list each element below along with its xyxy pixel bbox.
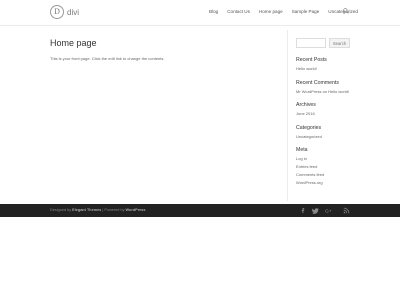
page-content: This is your front page. Click the edit … [50,56,165,61]
footer-powered-by-label: Powered by [104,208,125,212]
recent-comment-link[interactable]: Mr WordPress on Hello world! [296,89,349,94]
footer-wordpress-link[interactable]: WordPress [126,208,146,212]
recent-post-link[interactable]: Hello world! [296,66,317,71]
site-footer: Designed by Elegant Themes | Powered by … [0,204,400,217]
nav-contact-us[interactable]: Contact Us [227,9,250,14]
categories-title: Categories [296,125,322,131]
category-link[interactable]: Uncategorized [296,134,322,139]
page-title: Home page [50,38,97,48]
rss-icon[interactable] [343,207,350,214]
recent-posts-title: Recent Posts [296,57,327,63]
twitter-icon[interactable] [312,207,319,214]
footer-designed-by-label: Designed by [50,208,72,212]
logo-mark: D [50,5,64,19]
nav-sample-page[interactable]: Sample Page [292,9,320,14]
archive-link[interactable]: June 2016 [296,111,315,116]
search-icon[interactable] [343,8,349,14]
recent-comments-title: Recent Comments [296,80,339,86]
nav-home-page[interactable]: Home page [259,9,283,14]
sidebar-search-input[interactable] [296,38,326,48]
meta-login-link[interactable]: Log in [296,156,307,161]
site-logo[interactable]: D divi [50,5,79,19]
footer-credit: Designed by Elegant Themes | Powered by … [50,208,146,212]
google-plus-icon[interactable]: G+ [325,207,332,214]
sidebar-search-button[interactable]: Search [329,38,350,48]
logo-text: divi [67,7,80,17]
sidebar-divider [287,30,288,201]
nav-blog[interactable]: Blog [209,9,218,14]
meta-entries-feed-link[interactable]: Entries feed [296,164,317,169]
svg-text:G+: G+ [325,208,332,214]
meta-wordpress-org-link[interactable]: WordPress.org [296,180,323,185]
site-header: D divi Blog Contact Us Home page Sample … [0,0,400,25]
meta-comments-feed-link[interactable]: Comments feed [296,172,324,177]
facebook-icon[interactable] [300,207,307,214]
archives-title: Archives [296,102,316,108]
footer-designer-link[interactable]: Elegant Themes [72,208,101,212]
meta-title: Meta [296,147,308,153]
